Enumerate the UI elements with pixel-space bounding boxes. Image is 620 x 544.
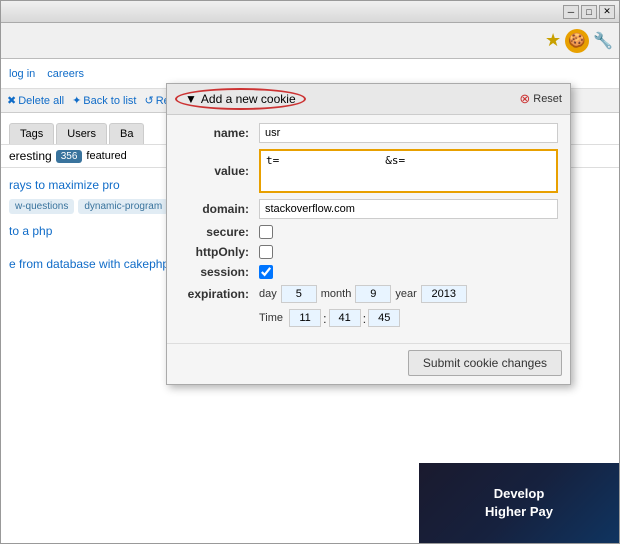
maximize-button[interactable]: □ xyxy=(581,5,597,19)
day-input[interactable] xyxy=(281,285,317,303)
day-text: day xyxy=(259,288,277,300)
httponly-label: httpOnly: xyxy=(179,245,259,259)
secure-row: secure: xyxy=(179,225,558,239)
delete-all-button[interactable]: ✖ Delete all xyxy=(7,94,64,107)
secure-label: secure: xyxy=(179,225,259,239)
cookie-form: name: value: t= &s= domain: xyxy=(167,115,570,343)
wrench-icon[interactable]: 🔧 xyxy=(593,31,613,51)
session-checkbox[interactable] xyxy=(259,265,273,279)
careers-link[interactable]: careers xyxy=(47,68,84,80)
secure-checkbox[interactable] xyxy=(259,225,273,239)
minimize-button[interactable]: ─ xyxy=(563,5,579,19)
month-input[interactable] xyxy=(355,285,391,303)
tag-w-questions[interactable]: w-questions xyxy=(9,199,74,214)
month-text: month xyxy=(321,288,352,300)
users-tab[interactable]: Users xyxy=(56,123,107,144)
delete-icon: ✖ xyxy=(7,94,16,107)
domain-input[interactable] xyxy=(259,199,558,219)
main-area: log in careers ✖ Delete all ✦ Back to li… xyxy=(1,59,619,543)
login-link[interactable]: log in xyxy=(9,68,35,80)
ad-line2: Higher Pay xyxy=(485,503,553,521)
add-cookie-label: Add a new cookie xyxy=(201,92,296,106)
website-background: log in careers ✖ Delete all ✦ Back to li… xyxy=(1,59,619,543)
ad-line1: Develop xyxy=(485,485,553,503)
name-row: name: xyxy=(179,123,558,143)
browser-window: ─ □ ✕ ★ 🍪 🔧 log in careers ✖ Delete all xyxy=(0,0,620,544)
tag-dynamic-program[interactable]: dynamic-program xyxy=(78,199,168,214)
expiration-label: expiration: xyxy=(179,287,259,301)
back-icon: ✦ xyxy=(72,94,81,107)
time-sep-2: : xyxy=(363,311,367,326)
time-sep-1: : xyxy=(323,311,327,326)
value-row: value: t= &s= xyxy=(179,149,558,193)
reset-text: Reset xyxy=(533,93,562,105)
submit-cookie-button[interactable]: Submit cookie changes xyxy=(408,350,562,376)
value-textarea[interactable]: t= &s= xyxy=(259,149,558,193)
add-cookie-oval: ▼ Add a new cookie xyxy=(175,88,306,110)
badges-tab[interactable]: Ba xyxy=(109,123,144,144)
title-bar: ─ □ ✕ xyxy=(1,1,619,23)
close-button[interactable]: ✕ xyxy=(599,5,615,19)
advertisement: Develop Higher Pay xyxy=(419,463,619,543)
session-row: session: xyxy=(179,265,558,279)
time-label: Time xyxy=(259,312,283,324)
time-row: Time : : xyxy=(179,309,558,327)
browser-toolbar: ★ 🍪 🔧 xyxy=(1,23,619,59)
minute-input[interactable] xyxy=(329,309,361,327)
back-to-list-button[interactable]: ✦ Back to list xyxy=(72,94,136,107)
year-input[interactable] xyxy=(421,285,467,303)
httponly-row: httpOnly: xyxy=(179,245,558,259)
submit-row: Submit cookie changes xyxy=(167,343,570,384)
star-icon[interactable]: ★ xyxy=(545,30,561,51)
cookie-panel: ▼ Add a new cookie ⊗ Reset name: xyxy=(166,83,571,385)
toolbar-icons: ★ 🍪 🔧 xyxy=(545,29,613,53)
domain-label: domain: xyxy=(179,202,259,216)
year-text: year xyxy=(395,288,416,300)
value-label: value: xyxy=(179,164,259,178)
domain-row: domain: xyxy=(179,199,558,219)
name-label: name: xyxy=(179,126,259,140)
reset-panel-button[interactable]: ⊗ Reset xyxy=(519,91,562,107)
hour-input[interactable] xyxy=(289,309,321,327)
session-label: session: xyxy=(179,265,259,279)
reset-circle-icon: ⊗ xyxy=(519,91,530,107)
cookie-icon[interactable]: 🍪 xyxy=(565,29,589,53)
name-input[interactable] xyxy=(259,123,558,143)
tags-tab[interactable]: Tags xyxy=(9,123,54,144)
second-input[interactable] xyxy=(368,309,400,327)
reset-icon: ↺ xyxy=(144,94,153,107)
cookie-panel-header: ▼ Add a new cookie ⊗ Reset xyxy=(167,84,570,115)
featured-badge: 356 xyxy=(56,150,83,163)
interesting-text: eresting xyxy=(9,149,52,163)
expiration-fields: day month year xyxy=(259,285,467,303)
httponly-checkbox[interactable] xyxy=(259,245,273,259)
expiration-row: expiration: day month year xyxy=(179,285,558,303)
arrow-down-icon: ▼ xyxy=(185,92,197,106)
featured-label: featured xyxy=(86,150,126,162)
